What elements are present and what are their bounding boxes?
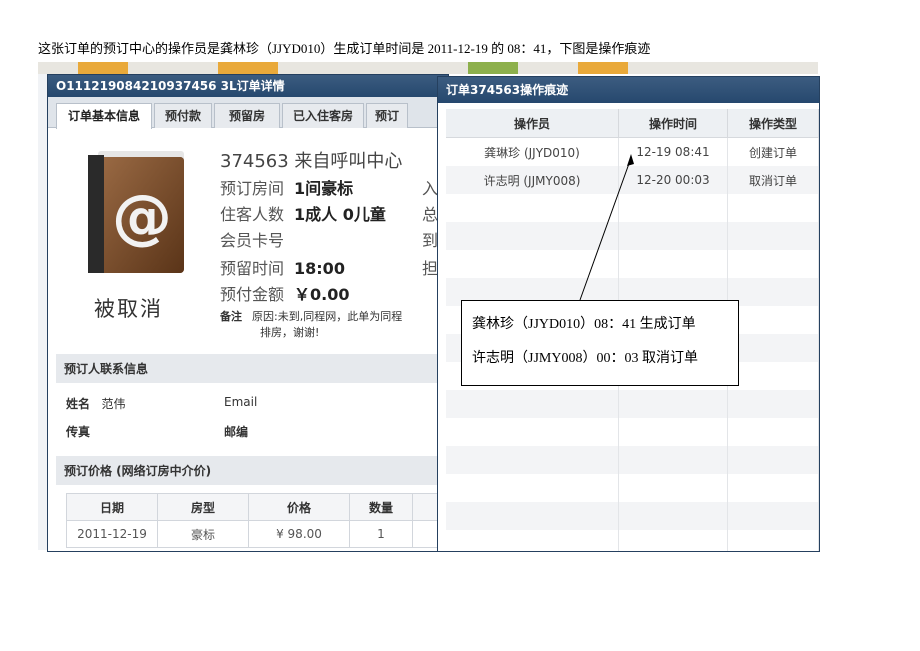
annotation-box: 龚林珍（JJYD010）08：41 生成订单 许志明（JJMY008）00：03… bbox=[461, 300, 739, 386]
annotation-arrow bbox=[579, 154, 634, 301]
annotation-line-2: 许志明（JJMY008）00：03 取消订单 bbox=[472, 351, 698, 366]
annotation-line-1: 龚林珍（JJYD010）08：41 生成订单 bbox=[472, 317, 696, 332]
